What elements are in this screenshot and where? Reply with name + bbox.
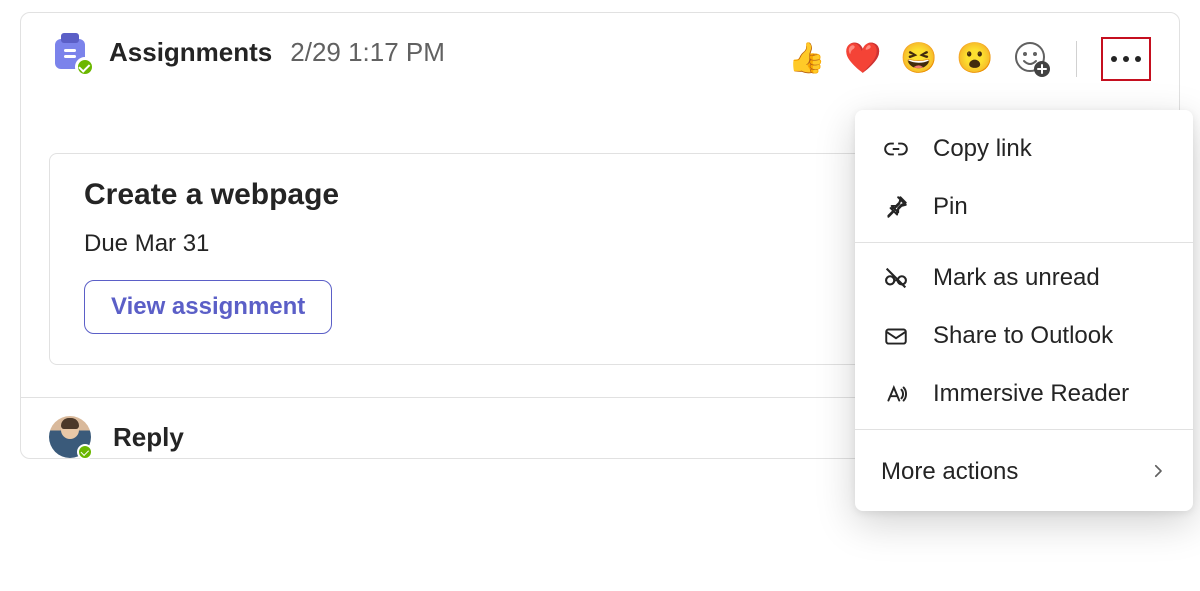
reaction-toolbar: 👍 ❤️ 😆 😮 — [788, 37, 1151, 81]
reaction-surprised-button[interactable]: 😮 — [956, 40, 994, 78]
presence-available-icon — [77, 444, 93, 460]
toolbar-separator — [1076, 41, 1077, 77]
more-options-button[interactable] — [1101, 37, 1151, 81]
menu-share-outlook[interactable]: Share to Outlook — [855, 307, 1193, 365]
sender-name: Assignments — [109, 37, 272, 68]
menu-immersive-reader-label: Immersive Reader — [933, 380, 1129, 408]
menu-mark-unread[interactable]: Mark as unread — [855, 249, 1193, 307]
menu-copy-link[interactable]: Copy link — [855, 120, 1193, 178]
menu-separator — [855, 242, 1193, 243]
menu-immersive-reader[interactable]: Immersive Reader — [855, 365, 1193, 423]
message-timestamp: 2/29 1:17 PM — [290, 37, 445, 68]
link-icon — [881, 134, 911, 164]
reaction-laugh-button[interactable]: 😆 — [900, 40, 938, 78]
user-avatar — [49, 416, 91, 458]
pin-icon — [881, 192, 911, 222]
add-reaction-button[interactable] — [1012, 39, 1052, 79]
reply-label: Reply — [113, 422, 184, 453]
menu-more-actions[interactable]: More actions — [855, 436, 1193, 501]
menu-share-outlook-label: Share to Outlook — [933, 322, 1113, 350]
reaction-like-button[interactable]: 👍 — [788, 40, 826, 78]
reaction-heart-button[interactable]: ❤️ — [844, 40, 882, 78]
menu-pin-label: Pin — [933, 193, 968, 221]
view-assignment-button[interactable]: View assignment — [84, 280, 332, 334]
immersive-reader-icon — [881, 379, 911, 409]
surprised-icon: 😮 — [956, 44, 993, 74]
message-context-menu: Copy link Pin Mark as unread — [855, 110, 1193, 511]
assignments-app-icon — [49, 31, 91, 73]
thumbs-up-icon: 👍 — [788, 44, 825, 74]
heart-icon: ❤️ — [844, 44, 881, 74]
menu-separator — [855, 429, 1193, 430]
menu-more-actions-label: More actions — [881, 458, 1018, 486]
menu-pin[interactable]: Pin — [855, 178, 1193, 236]
more-options-icon — [1111, 56, 1141, 62]
presence-available-icon — [75, 57, 95, 77]
mail-icon — [881, 321, 911, 351]
menu-mark-unread-label: Mark as unread — [933, 264, 1100, 292]
menu-copy-link-label: Copy link — [933, 135, 1032, 163]
laugh-icon: 😆 — [900, 44, 937, 74]
chevron-right-icon — [1149, 456, 1167, 487]
glasses-off-icon — [881, 263, 911, 293]
